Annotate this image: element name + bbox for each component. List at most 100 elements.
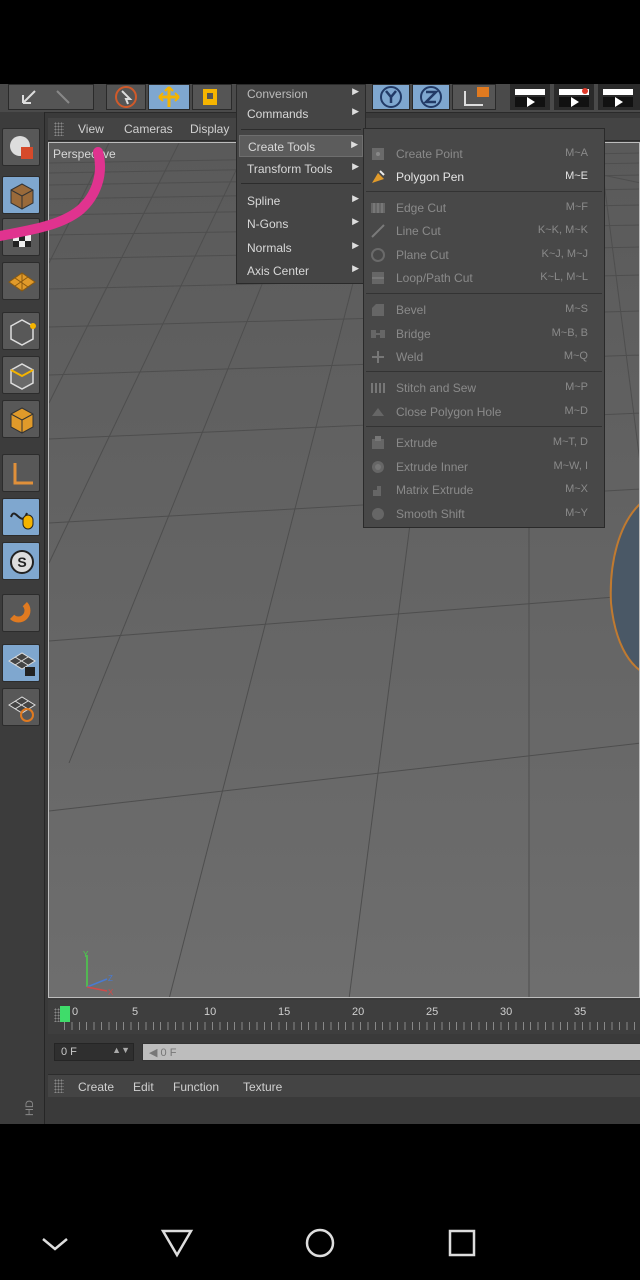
axis-mode-tool[interactable]: [2, 454, 40, 492]
extrude-inner-icon: [372, 461, 384, 473]
magnet-tool[interactable]: [2, 594, 40, 632]
menu-item-axis-center[interactable]: Axis Center ▶: [239, 260, 363, 282]
menu-item-commands[interactable]: Commands ▶: [239, 103, 363, 125]
stepper-arrows-icon[interactable]: ▲▼: [112, 1045, 130, 1055]
extrude-icon: [372, 436, 384, 449]
close-hole-icon: [372, 408, 384, 416]
menu-separator: [366, 191, 602, 192]
tick-label: 20: [352, 1006, 365, 1018]
tweak-mode-tool[interactable]: [2, 498, 40, 536]
menu-item-conversion[interactable]: Conversion ▶: [239, 84, 363, 105]
slider-value: 0 F: [160, 1047, 177, 1059]
timeline-ruler[interactable]: 0 5 10 15 20 25 30 35: [48, 1000, 640, 1034]
snapping-tool[interactable]: S: [2, 542, 40, 580]
mesh-menu-dropdown: Conversion ▶ Commands ▶ Create Tools ▶ T…: [236, 84, 366, 284]
polygons-mode-tool[interactable]: [2, 400, 40, 438]
menu-item-weld[interactable]: Weld M~Q: [366, 346, 602, 368]
tick-label: 0: [72, 1006, 79, 1018]
menu-separator: [241, 129, 361, 130]
menu-item-polygon-pen[interactable]: Polygon Pen M~E: [366, 166, 602, 188]
axis-z-label: Z: [108, 974, 113, 983]
pink-annotation-stroke: [0, 147, 105, 241]
render-view-button[interactable]: [510, 84, 550, 110]
display-menu[interactable]: Display: [190, 122, 229, 136]
menu-item-matrix-extrude[interactable]: Matrix Extrude M~X: [366, 479, 602, 501]
texture-menu[interactable]: Texture: [243, 1080, 282, 1094]
scale-tool-button[interactable]: [192, 84, 232, 110]
material-grip-icon[interactable]: [54, 1079, 64, 1093]
menu-item-create-tools[interactable]: Create Tools ▶: [239, 135, 363, 157]
tick-label: 10: [204, 1006, 217, 1018]
function-menu[interactable]: Function: [173, 1080, 219, 1094]
tick-label: 35: [574, 1006, 587, 1018]
recents-square-icon[interactable]: [447, 1228, 477, 1258]
smooth-shift-icon: [372, 508, 384, 520]
workplane-mode-tool[interactable]: [2, 262, 40, 300]
matrix-extrude-icon: [373, 486, 381, 496]
menu-item-smooth-shift[interactable]: Smooth Shift M~Y: [366, 503, 602, 525]
side-hd-label: HD: [23, 1100, 36, 1116]
submenu-arrow-icon: ▶: [352, 240, 359, 250]
z-axis-lock-button[interactable]: [412, 84, 450, 110]
tick-label: 25: [426, 1006, 439, 1018]
create-tools-submenu: Create Point M~A Polygon Pen M~E Edge Cu…: [363, 128, 605, 528]
create-menu[interactable]: Create: [78, 1080, 114, 1094]
view-menu[interactable]: View: [78, 122, 104, 136]
render-to-picture-viewer-button[interactable]: [554, 84, 594, 110]
cinema4d-window: S View Cameras Display Perspective Y Z X…: [0, 84, 640, 1124]
menu-item-normals[interactable]: Normals ▶: [239, 237, 363, 259]
y-axis-lock-button[interactable]: [372, 84, 410, 110]
menu-item-bridge[interactable]: Bridge M~B, B: [366, 323, 602, 345]
edges-mode-tool[interactable]: [2, 356, 40, 394]
bevel-icon: [372, 304, 384, 316]
grip-handle-icon[interactable]: [54, 122, 64, 136]
menu-separator: [366, 371, 602, 372]
points-mode-tool[interactable]: [2, 312, 40, 350]
tick-label: 30: [500, 1006, 513, 1018]
edge-cut-icon: [371, 203, 385, 213]
axis-gizmo-icon: Y Z X: [83, 951, 114, 997]
plane-cut-icon: [371, 248, 385, 262]
chevron-down-icon[interactable]: [40, 1234, 70, 1254]
workplane-snap-tool[interactable]: [2, 688, 40, 726]
menu-item-line-cut[interactable]: Line Cut K~K, M~K: [366, 220, 602, 242]
menu-item-plane-cut[interactable]: Plane Cut K~J, M~J: [366, 244, 602, 266]
submenu-arrow-icon: ▶: [352, 193, 359, 203]
slider-left-arrow-icon[interactable]: ◀: [149, 1047, 157, 1059]
material-manager-menu: Create Edit Function Texture: [48, 1074, 640, 1097]
edit-menu[interactable]: Edit: [133, 1080, 154, 1094]
selection-tool-button[interactable]: [106, 84, 146, 110]
menu-item-spline[interactable]: Spline ▶: [239, 190, 363, 212]
frame-range-slider[interactable]: ◀ 0 F: [142, 1043, 640, 1061]
tick-label: 15: [278, 1006, 291, 1018]
locked-workplane-tool[interactable]: [2, 644, 40, 682]
menu-separator: [241, 183, 361, 184]
menu-item-bevel[interactable]: Bevel M~S: [366, 299, 602, 321]
menu-item-loop-path-cut[interactable]: Loop/Path Cut K~L, M~L: [366, 267, 602, 289]
tick-label: 5: [132, 1006, 139, 1018]
menu-item-close-polygon-hole[interactable]: Close Polygon Hole M~D: [366, 401, 602, 423]
playhead-marker[interactable]: [60, 1006, 70, 1022]
menu-item-extrude[interactable]: Extrude M~T, D: [366, 432, 602, 454]
menu-item-n-gons[interactable]: N-Gons ▶: [239, 213, 363, 235]
back-triangle-icon[interactable]: [160, 1228, 194, 1258]
menu-item-stitch-and-sew[interactable]: Stitch and Sew M~P: [366, 377, 602, 399]
frame-controls: 0 F ▲▼ ◀ 0 F: [48, 1040, 640, 1064]
move-tool-button[interactable]: [148, 84, 190, 110]
menu-item-create-point[interactable]: Create Point M~A: [366, 143, 602, 165]
submenu-arrow-icon: ▶: [352, 263, 359, 273]
axis-y-label: Y: [83, 951, 89, 959]
submenu-arrow-icon: ▶: [352, 106, 359, 116]
menu-item-transform-tools[interactable]: Transform Tools ▶: [239, 158, 363, 180]
menu-item-edge-cut[interactable]: Edge Cut M~F: [366, 197, 602, 219]
coordinate-system-button[interactable]: [452, 84, 496, 110]
menu-item-extrude-inner[interactable]: Extrude Inner M~W, I: [366, 456, 602, 478]
cameras-menu[interactable]: Cameras: [124, 122, 173, 136]
render-settings-button[interactable]: [598, 84, 640, 110]
timeline-ticks: [64, 1022, 640, 1030]
home-circle-icon[interactable]: [303, 1226, 337, 1260]
current-frame-field[interactable]: 0 F ▲▼: [54, 1043, 134, 1061]
undo-redo-button[interactable]: [8, 84, 94, 110]
submenu-arrow-icon: ▶: [351, 139, 358, 149]
axis-x-label: X: [108, 988, 114, 997]
